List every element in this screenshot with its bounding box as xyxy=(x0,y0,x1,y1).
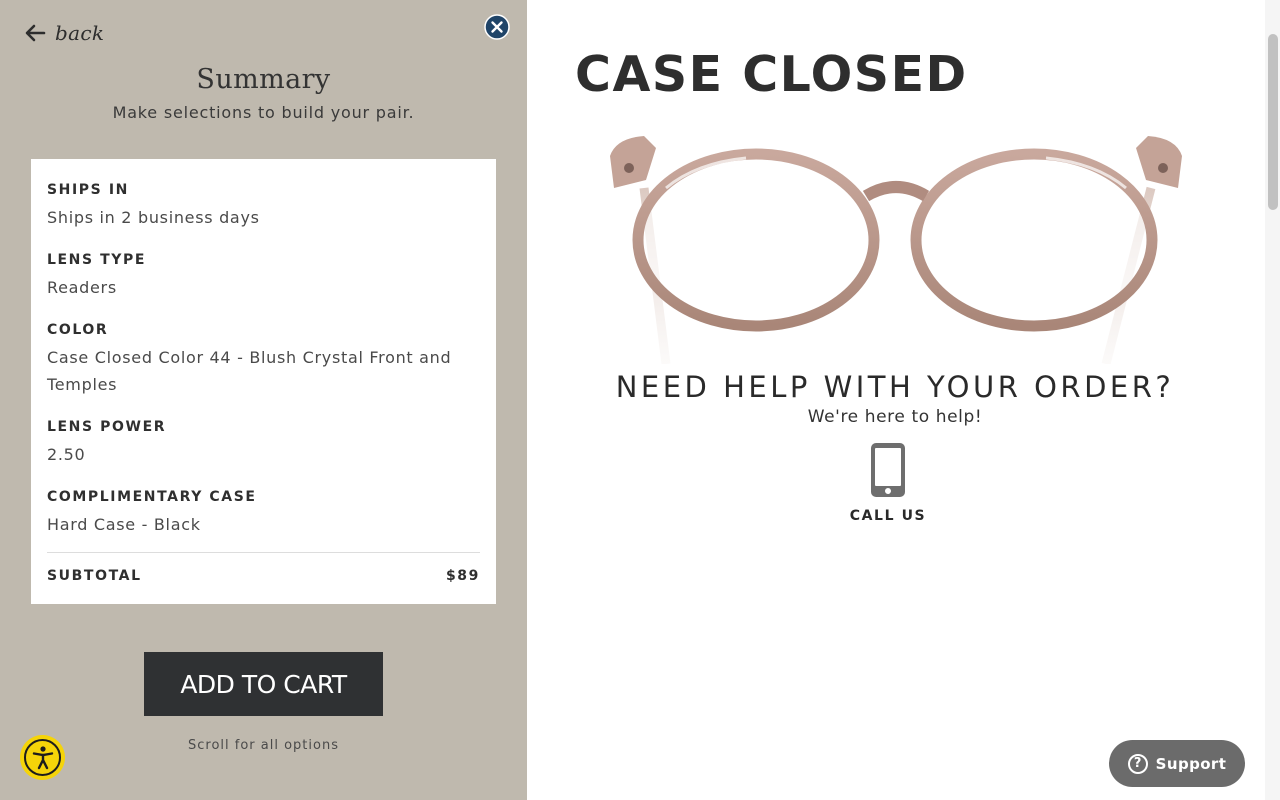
row-value: Hard Case - Black xyxy=(47,515,201,534)
summary-row-lens-type: LENS TYPE Readers xyxy=(47,252,480,301)
arrow-left-icon xyxy=(24,23,46,43)
product-title: CASE CLOSED xyxy=(575,46,968,103)
call-us-label: CALL US xyxy=(849,508,927,524)
help-subtext: We're here to help! xyxy=(807,407,983,427)
summary-title: Summary xyxy=(196,64,331,95)
accessibility-icon xyxy=(24,739,61,776)
row-value: 2.50 xyxy=(47,445,86,464)
support-button[interactable]: ? Support xyxy=(1109,740,1245,787)
summary-subtitle: Make selections to build your pair. xyxy=(112,103,415,122)
scroll-hint: Scroll for all options xyxy=(188,738,339,753)
accessibility-button[interactable] xyxy=(20,735,65,780)
subtotal-row: SUBTOTAL $89 xyxy=(47,568,480,584)
back-link[interactable]: back xyxy=(24,18,104,48)
row-label: COMPLIMENTARY CASE xyxy=(47,489,257,505)
subtotal-label: SUBTOTAL xyxy=(47,568,142,584)
divider xyxy=(47,552,480,553)
summary-row-lens-power: LENS POWER 2.50 xyxy=(47,419,480,468)
summary-row-complimentary-case: COMPLIMENTARY CASE Hard Case - Black xyxy=(47,489,480,538)
close-button[interactable] xyxy=(484,14,510,40)
row-value: Case Closed Color 44 - Blush Crystal Fro… xyxy=(47,348,452,394)
back-label: back xyxy=(55,21,105,45)
row-value: Readers xyxy=(47,278,117,297)
row-label: SHIPS IN xyxy=(47,182,129,198)
subtotal-value: $89 xyxy=(445,568,480,584)
support-label: Support xyxy=(1155,754,1227,773)
help-heading: NEED HELP WITH YOUR ORDER? xyxy=(615,370,1175,404)
question-circle-icon: ? xyxy=(1127,753,1148,774)
call-us-button[interactable]: CALL US xyxy=(838,442,938,524)
row-label: COLOR xyxy=(47,322,109,338)
product-image xyxy=(596,118,1196,364)
row-label: LENS TYPE xyxy=(47,252,147,268)
row-label: LENS POWER xyxy=(47,419,167,435)
close-circle-icon xyxy=(484,14,510,40)
summary-card: SHIPS IN Ships in 2 business days LENS T… xyxy=(31,159,496,604)
scrollbar-thumb[interactable] xyxy=(1268,34,1278,210)
summary-panel: back Summary Make selections to build yo… xyxy=(0,0,527,800)
add-to-cart-button[interactable]: ADD TO CART xyxy=(144,652,383,716)
phone-icon xyxy=(838,442,938,498)
summary-row-ships-in: SHIPS IN Ships in 2 business days xyxy=(47,182,480,231)
summary-row-color: COLOR Case Closed Color 44 - Blush Cryst… xyxy=(47,322,480,398)
row-value: Ships in 2 business days xyxy=(47,208,260,227)
